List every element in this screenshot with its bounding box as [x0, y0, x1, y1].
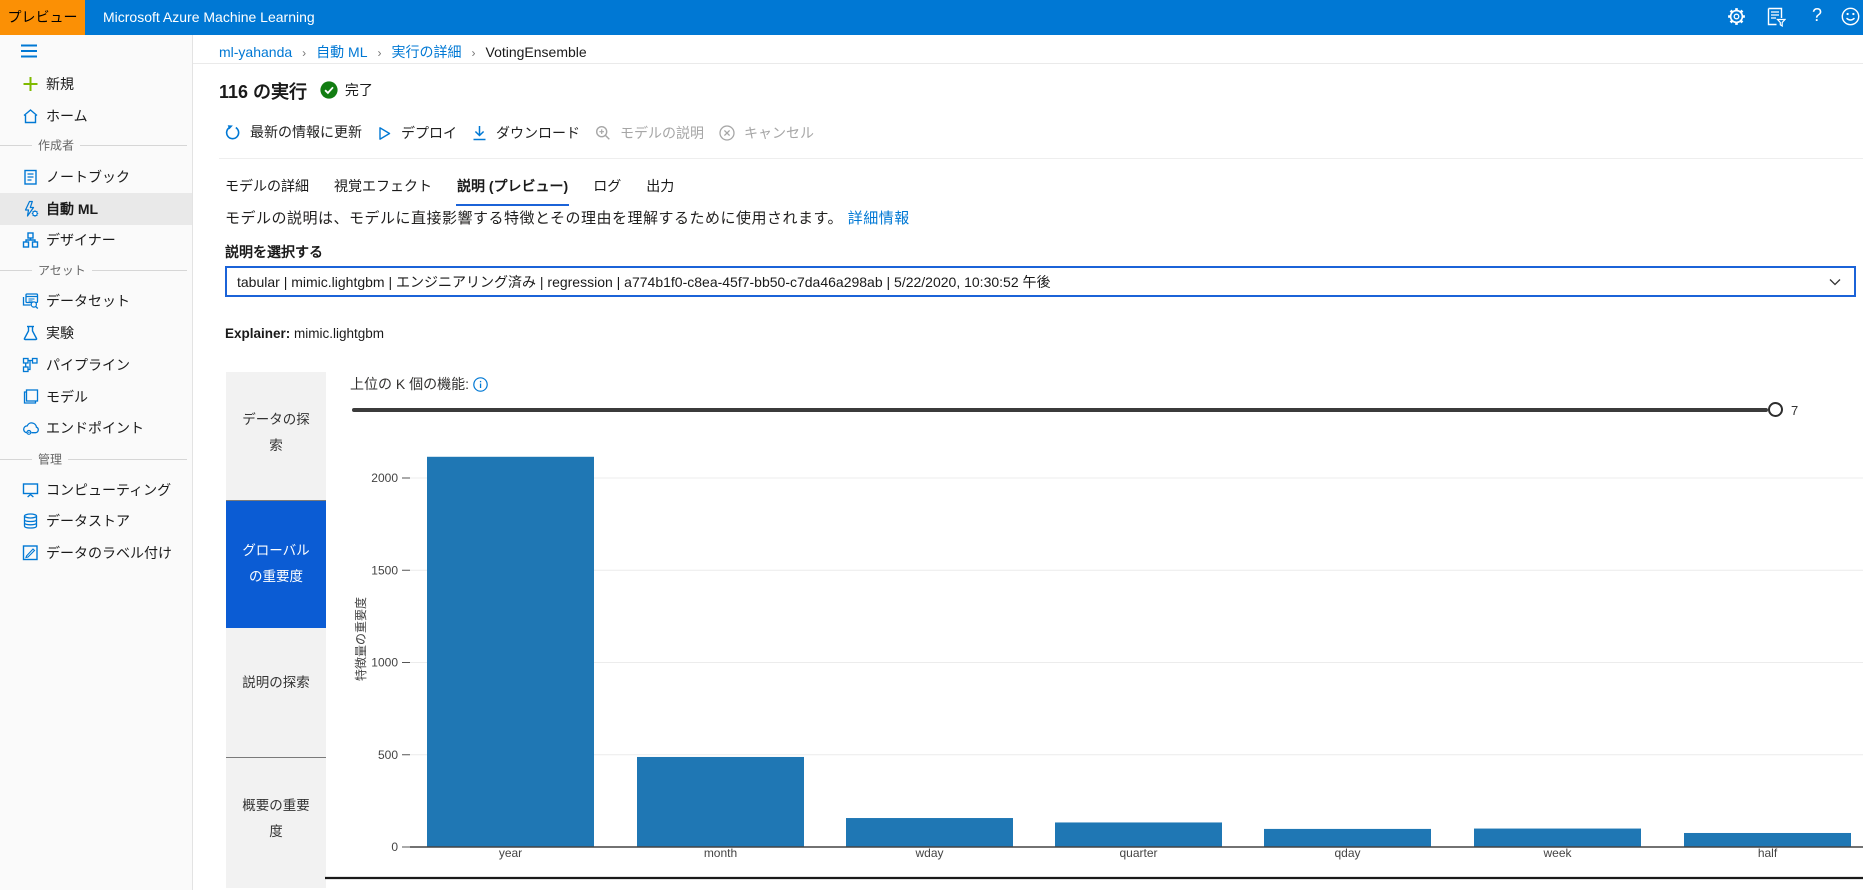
svg-text:特徴量の重要度: 特徴量の重要度 — [353, 597, 368, 681]
svg-text:wday: wday — [914, 846, 943, 860]
svg-text:week: week — [1542, 846, 1572, 860]
svg-text:2000: 2000 — [371, 471, 398, 485]
svg-text:quarter: quarter — [1119, 846, 1157, 860]
svg-text:month: month — [704, 846, 737, 860]
svg-text:500: 500 — [378, 748, 398, 762]
svg-text:qday: qday — [1334, 846, 1360, 860]
svg-text:year: year — [499, 846, 522, 860]
svg-text:0: 0 — [391, 840, 398, 854]
svg-text:half: half — [1758, 846, 1778, 860]
svg-text:1000: 1000 — [371, 656, 398, 670]
svg-text:1500: 1500 — [371, 563, 398, 577]
